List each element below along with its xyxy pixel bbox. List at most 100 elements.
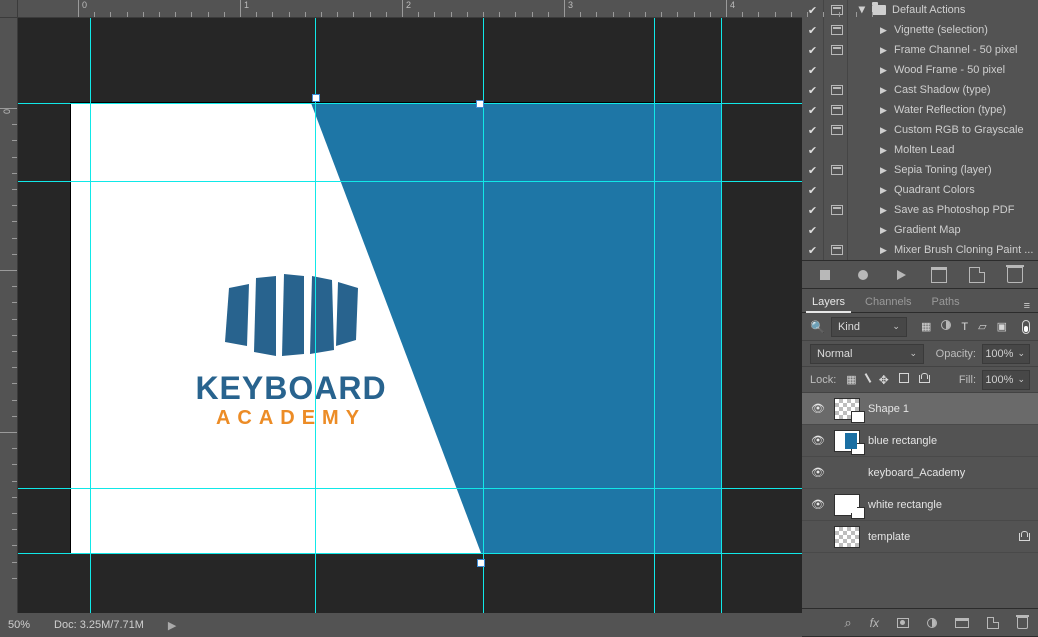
check-icon[interactable]: ✔ <box>808 204 817 217</box>
action-item[interactable]: ✔ ▶ Cast Shadow (type) <box>802 80 1038 100</box>
guide-horizontal[interactable] <box>18 488 802 489</box>
check-icon[interactable]: ✔ <box>808 84 817 97</box>
lock-transparent-icon[interactable]: ▦ <box>846 373 856 387</box>
fill-input[interactable]: 100% ⌄ <box>982 370 1030 390</box>
layer-row[interactable]: 👁 keyboard_Academy <box>802 457 1038 489</box>
opacity-input[interactable]: 100% ⌄ <box>982 344 1030 364</box>
dialog-toggle-icon[interactable] <box>831 205 843 215</box>
check-icon[interactable]: ✔ <box>808 244 817 257</box>
action-item[interactable]: ✔ ▶ Mixer Brush Cloning Paint ... <box>802 240 1038 260</box>
action-item[interactable]: ✔ ▶ Quadrant Colors <box>802 180 1038 200</box>
delete-layer-icon[interactable] <box>1017 617 1028 629</box>
mask-thumbnail[interactable] <box>851 411 865 423</box>
action-item[interactable]: ✔ ▶ Custom RGB to Grayscale <box>802 120 1038 140</box>
dialog-toggle-icon[interactable] <box>831 165 843 175</box>
transform-handle[interactable] <box>312 94 320 102</box>
guide-horizontal[interactable] <box>18 181 802 182</box>
action-item[interactable]: ✔ ▶ Frame Channel - 50 pixel <box>802 40 1038 60</box>
filter-type-icon[interactable]: T <box>961 320 968 333</box>
layer-name[interactable]: Shape 1 <box>868 403 909 415</box>
add-mask-icon[interactable] <box>897 618 909 628</box>
filter-shape-icon[interactable]: ▱ <box>978 320 986 333</box>
tab-layers[interactable]: Layers <box>802 292 855 312</box>
action-item[interactable]: ✔ ▶ Save as Photoshop PDF <box>802 200 1038 220</box>
lock-artboard-icon[interactable] <box>899 373 909 383</box>
lock-all-icon[interactable] <box>919 373 930 385</box>
layer-row[interactable]: 👁 blue rectangle <box>802 425 1038 457</box>
status-more-icon[interactable]: ▶ <box>168 619 176 632</box>
new-layer-icon[interactable] <box>987 617 999 629</box>
filter-toggle[interactable] <box>1022 320 1030 334</box>
filter-pixel-icon[interactable]: ▦ <box>921 320 931 333</box>
layer-name[interactable]: template <box>868 531 910 543</box>
guide-horizontal[interactable] <box>18 553 802 554</box>
action-item[interactable]: ✔ ▶ Wood Frame - 50 pixel <box>802 60 1038 80</box>
filter-smart-icon[interactable]: ▣ <box>997 320 1007 333</box>
link-layers-icon[interactable]: ⌕ <box>844 615 851 631</box>
check-icon[interactable]: ✔ <box>808 104 817 117</box>
action-item[interactable]: ✔ ▶ Vignette (selection) <box>802 20 1038 40</box>
new-group-icon[interactable] <box>955 618 969 628</box>
play-icon[interactable] <box>893 267 909 283</box>
check-icon[interactable]: ✔ <box>808 124 817 137</box>
check-icon[interactable]: ✔ <box>808 164 817 177</box>
visibility-toggle[interactable]: 👁 <box>810 402 826 415</box>
dialog-toggle-icon[interactable] <box>831 5 843 15</box>
dialog-toggle-icon[interactable] <box>831 25 843 35</box>
layer-thumbnail[interactable] <box>834 430 860 452</box>
check-icon[interactable]: ✔ <box>808 4 817 17</box>
transform-handle[interactable] <box>477 559 485 567</box>
dialog-toggle-icon[interactable] <box>831 125 843 135</box>
check-icon[interactable]: ✔ <box>808 224 817 237</box>
viewport[interactable]: KEYBOARD ACADEMY <box>18 18 802 613</box>
dialog-toggle-icon[interactable] <box>831 245 843 255</box>
layer-thumbnail[interactable] <box>834 526 860 548</box>
guide-horizontal[interactable] <box>18 103 802 104</box>
tab-paths[interactable]: Paths <box>922 292 970 312</box>
check-icon[interactable]: ✔ <box>808 24 817 37</box>
lock-pixels-icon[interactable] <box>864 373 871 383</box>
doc-size[interactable]: Doc: 3.25M/7.71M <box>54 619 144 631</box>
layer-row[interactable]: 👁 Shape 1 <box>802 393 1038 425</box>
action-item[interactable]: ✔ ▶ Gradient Map <box>802 220 1038 240</box>
guide-vertical[interactable] <box>90 18 91 613</box>
action-item[interactable]: ✔ ▶ Water Reflection (type) <box>802 100 1038 120</box>
fx-icon[interactable]: fx <box>870 616 879 630</box>
guide-vertical[interactable] <box>721 18 722 613</box>
layer-row[interactable]: 👁 white rectangle <box>802 489 1038 521</box>
dialog-toggle-icon[interactable] <box>831 45 843 55</box>
check-icon[interactable]: ✔ <box>808 44 817 57</box>
stop-icon[interactable] <box>817 267 833 283</box>
layer-row[interactable]: template <box>802 521 1038 553</box>
lock-position-icon[interactable]: ✥ <box>879 373 889 387</box>
transform-handle[interactable] <box>476 100 484 108</box>
action-item[interactable]: ✔ ▶ Sepia Toning (layer) <box>802 160 1038 180</box>
check-icon[interactable]: ✔ <box>808 64 817 77</box>
delete-icon[interactable] <box>1007 267 1023 283</box>
zoom-level[interactable]: 50% <box>8 619 30 631</box>
panel-menu-icon[interactable]: ≡ <box>1016 300 1038 312</box>
visibility-toggle[interactable]: 👁 <box>810 498 826 511</box>
mask-thumbnail[interactable] <box>851 507 865 519</box>
ruler-origin[interactable] <box>0 0 18 18</box>
blue-shape[interactable] <box>71 103 721 553</box>
mask-thumbnail[interactable] <box>851 443 865 455</box>
actions-list[interactable]: ✔ ▶ Default Actions ✔ ▶ Vignette (select… <box>802 0 1038 260</box>
new-folder-icon[interactable] <box>931 267 947 283</box>
layer-name[interactable]: keyboard_Academy <box>868 467 965 479</box>
guide-vertical[interactable] <box>315 18 316 613</box>
check-icon[interactable]: ✔ <box>808 184 817 197</box>
dialog-toggle-icon[interactable] <box>831 105 843 115</box>
layer-thumbnail[interactable] <box>834 398 860 420</box>
tab-channels[interactable]: Channels <box>855 292 921 312</box>
layer-thumbnail[interactable] <box>834 494 860 516</box>
blend-mode-select[interactable]: Normal ⌄ <box>810 344 924 364</box>
new-adjust-icon[interactable] <box>927 618 937 628</box>
action-set-header[interactable]: ✔ ▶ Default Actions <box>802 0 1038 20</box>
filter-kind-select[interactable]: Kind ⌄ <box>831 317 907 337</box>
record-icon[interactable] <box>855 267 871 283</box>
visibility-toggle[interactable]: 👁 <box>810 466 826 479</box>
ruler-vertical[interactable]: 0 <box>0 18 18 613</box>
filter-adjust-icon[interactable] <box>941 320 951 330</box>
layer-list[interactable]: 👁 Shape 1 👁 blue rectangle 👁 keyboard_Ac… <box>802 393 1038 608</box>
